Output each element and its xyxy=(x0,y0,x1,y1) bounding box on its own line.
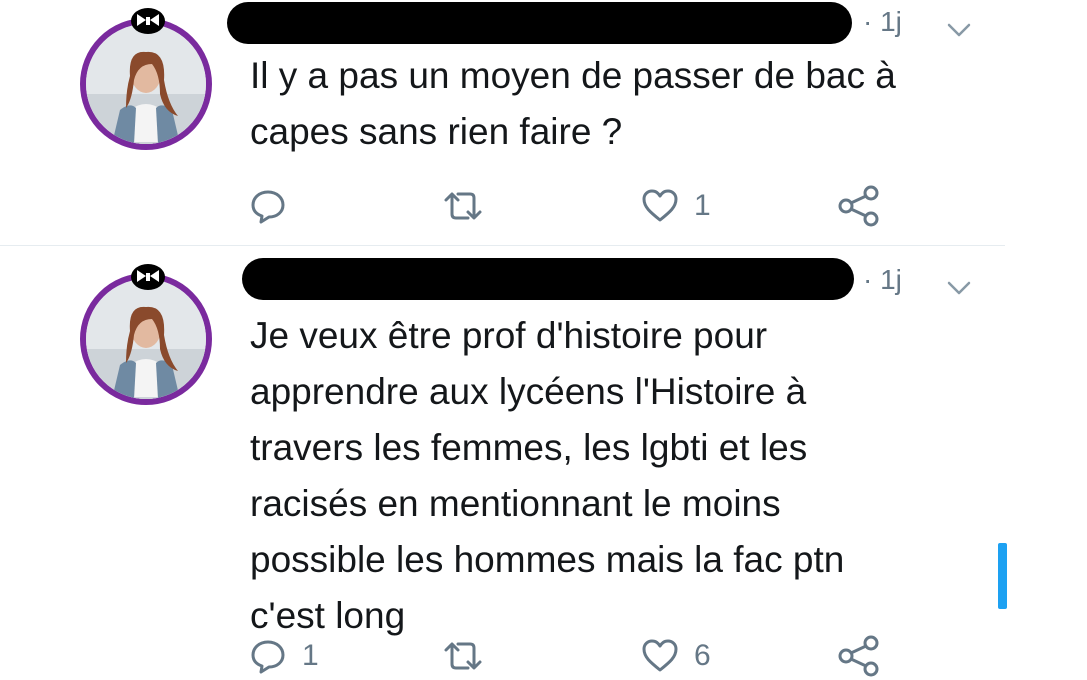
tweet-actions: 1 6 xyxy=(0,632,1087,680)
retweet-icon xyxy=(444,192,482,220)
redacted-username xyxy=(242,258,854,300)
heart-icon xyxy=(642,639,678,672)
reply-icon xyxy=(251,640,285,674)
tweet-text-line: racisés en mentionnant le moins xyxy=(250,483,781,524)
reply-button[interactable]: 1 xyxy=(248,632,319,680)
tweet-timestamp[interactable]: · 1j xyxy=(863,264,902,296)
tweet-text-line: possible les hommes mais la fac ptn xyxy=(250,539,845,580)
like-button[interactable]: 6 xyxy=(640,632,711,680)
avatar-photo xyxy=(86,279,206,399)
bow-tie-badge-icon xyxy=(131,264,165,290)
tweet-text-line: capes sans rien faire ? xyxy=(250,111,623,152)
tweet-text-line: apprendre aux lycéens l'Histoire à xyxy=(250,371,807,412)
tweet-actions: 1 xyxy=(0,182,1087,230)
tweet-text-line: travers les femmes, les lgbti et les xyxy=(250,427,808,468)
avatar-photo xyxy=(86,24,206,144)
like-count: 6 xyxy=(694,639,711,672)
reply-icon xyxy=(251,190,285,224)
like-button[interactable]: 1 xyxy=(640,182,711,230)
tweet[interactable]: · 1j Il y a pas un moyen de passer de ba… xyxy=(0,0,1087,245)
tweet-text: Je veux être prof d'histoire pour appren… xyxy=(250,308,950,644)
reply-button[interactable] xyxy=(248,182,302,230)
share-button[interactable] xyxy=(836,182,882,230)
share-icon xyxy=(838,185,879,227)
retweet-icon xyxy=(444,642,482,670)
like-count: 1 xyxy=(694,189,711,222)
tweet-text: Il y a pas un moyen de passer de bac à c… xyxy=(250,48,950,160)
retweet-button[interactable] xyxy=(440,632,500,680)
tweet-timestamp[interactable]: · 1j xyxy=(863,6,902,38)
redacted-username xyxy=(227,2,852,44)
share-icon xyxy=(838,635,879,677)
tweet-text-line: Il y a pas un moyen de passer de bac à xyxy=(250,55,896,96)
retweet-button[interactable] xyxy=(440,182,500,230)
share-button[interactable] xyxy=(836,632,882,680)
chevron-down-icon[interactable] xyxy=(945,20,973,40)
avatar[interactable] xyxy=(80,273,212,405)
chevron-down-icon[interactable] xyxy=(945,278,973,298)
reply-count: 1 xyxy=(302,639,319,672)
scrollbar[interactable] xyxy=(998,543,1007,609)
tweet-text-line: Je veux être prof d'histoire pour xyxy=(250,315,768,356)
bow-tie-badge-icon xyxy=(131,8,165,34)
avatar[interactable] xyxy=(80,18,212,150)
tweet[interactable]: · 1j Je veux être prof d'histoire pour a… xyxy=(0,246,1087,677)
heart-icon xyxy=(642,189,678,222)
